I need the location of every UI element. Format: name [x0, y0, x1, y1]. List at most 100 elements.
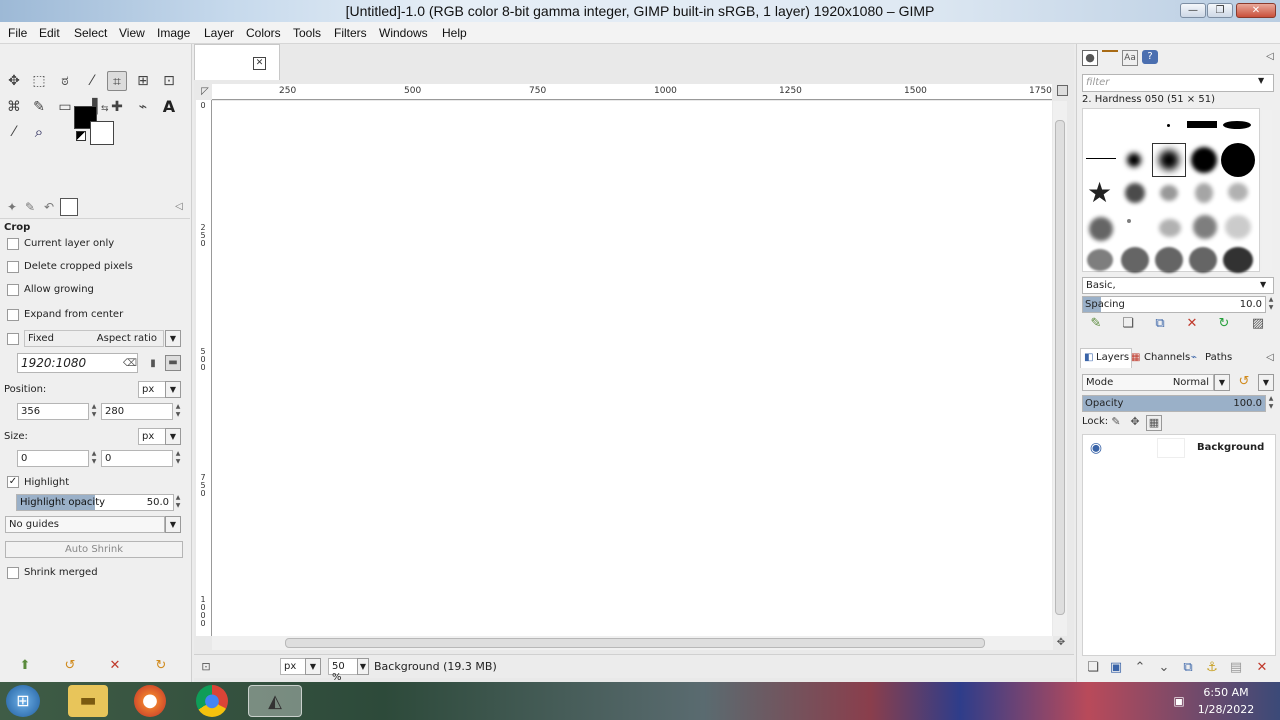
highlight-opacity-slider[interactable]: Highlight opacity 50.0 [16, 494, 174, 511]
landscape-icon[interactable]: ▬ [165, 355, 181, 371]
menu-image[interactable]: Image [157, 26, 190, 40]
image-tab[interactable]: ✕ [194, 44, 280, 80]
menu-edit[interactable]: Edit [39, 26, 60, 40]
highlight-opacity-spinner[interactable]: ▲ ▼ [174, 494, 182, 511]
chevron-down-icon[interactable]: ▼ [1214, 374, 1230, 391]
delete-cropped-checkbox[interactable] [7, 261, 19, 273]
brush-item[interactable] [1223, 121, 1251, 129]
brush-item[interactable] [1167, 124, 1170, 127]
delete-brush-icon[interactable]: ✕ [1184, 317, 1200, 331]
zoom-fit-icon[interactable] [1057, 85, 1068, 96]
file-explorer-icon[interactable]: ▬ [68, 685, 108, 717]
position-y-spinner[interactable]: ▲ ▼ [174, 403, 182, 420]
close-button[interactable]: ✕ [1236, 3, 1276, 18]
brush-scrollbar[interactable] [1262, 110, 1272, 270]
size-w-spinner[interactable]: ▲ ▼ [90, 450, 98, 467]
chevron-down-icon[interactable]: ▼ [1258, 76, 1264, 85]
brush-filter-input[interactable]: filter [1082, 74, 1274, 92]
anchor-layer-icon[interactable]: ⚓ [1204, 661, 1220, 675]
position-x-spinner[interactable]: ▲ ▼ [90, 403, 98, 420]
delete-layer-icon[interactable]: ✕ [1254, 661, 1270, 675]
fixed-checkbox[interactable] [7, 333, 19, 345]
zoom-tool-icon[interactable]: ⌕ [29, 122, 49, 142]
navigate-icon[interactable]: ✥ [1053, 636, 1069, 650]
close-image-icon[interactable]: ✕ [253, 57, 266, 70]
paint-select-tool-icon[interactable]: ⌘ [4, 97, 24, 117]
unit-select[interactable]: px [280, 658, 306, 675]
chevron-down-icon[interactable]: ▼ [165, 330, 181, 347]
raise-layer-icon[interactable]: ⌃ [1132, 661, 1148, 675]
brush-item[interactable] [1191, 147, 1217, 173]
chevron-down-icon[interactable]: ▼ [165, 381, 181, 398]
duplicate-layer-icon[interactable]: ⧉ [1180, 661, 1196, 675]
lower-layer-icon[interactable]: ⌄ [1156, 661, 1172, 675]
brush-item[interactable] [1225, 215, 1251, 239]
device-status-tab-icon[interactable]: ✎ [21, 198, 39, 216]
menu-filters[interactable]: Filters [334, 26, 367, 40]
brush-item[interactable] [1121, 247, 1149, 273]
clock-date[interactable]: 1/28/2022 [1186, 703, 1266, 716]
panel-menu-icon[interactable]: ◁ [170, 198, 188, 216]
eraser-tool-icon[interactable]: ▭ [55, 97, 75, 117]
auto-shrink-button[interactable]: Auto Shrink [5, 541, 183, 558]
brush-item[interactable] [1127, 153, 1141, 167]
current-layer-only-checkbox[interactable] [7, 238, 19, 250]
help-tab-icon[interactable]: ? [1142, 50, 1158, 64]
chevron-down-icon[interactable]: ▼ [165, 428, 181, 445]
fuzzy-select-tool-icon[interactable]: ⁄ [82, 71, 102, 91]
menu-help[interactable]: Help [442, 26, 467, 40]
brush-item[interactable] [1160, 185, 1178, 201]
patterns-tab-icon[interactable] [1102, 50, 1118, 52]
new-layer-icon[interactable]: ❏ [1085, 661, 1101, 675]
brush-item[interactable] [1228, 183, 1248, 201]
fixed-mode-select[interactable]: Aspect ratio [24, 330, 164, 347]
menu-colors[interactable]: Colors [246, 26, 281, 40]
rect-select-tool-icon[interactable]: ⬚ [29, 71, 49, 91]
highlight-checkbox[interactable]: ✓ [7, 476, 19, 488]
brush-tag-input[interactable]: Basic, [1082, 277, 1274, 294]
warp-transform-tool-icon[interactable]: ⊡ [159, 71, 179, 91]
brush-grid[interactable]: ★ [1082, 108, 1260, 273]
images-tab-icon[interactable] [60, 198, 78, 216]
brush-item[interactable] [1087, 249, 1113, 271]
panel-menu-icon[interactable]: ◁ [1262, 50, 1278, 64]
paintbrush-tool-icon[interactable]: ✎ [29, 97, 49, 117]
color-picker-tool-icon[interactable]: ⁄ [4, 122, 24, 142]
save-options-icon[interactable]: ⬆ [17, 659, 33, 673]
shrink-merged-checkbox[interactable] [7, 567, 19, 579]
lock-position-icon[interactable]: ✥ [1127, 415, 1143, 429]
position-unit-select[interactable]: px [138, 381, 166, 398]
lock-alpha-icon[interactable]: ▦ [1146, 415, 1162, 431]
tool-options-tab-icon[interactable]: ✦ [3, 198, 21, 216]
layer-row[interactable]: ◉ Background [1083, 435, 1275, 461]
maximize-button[interactable]: ❐ [1207, 3, 1233, 18]
tab-layers[interactable]: ◧ Layers [1080, 348, 1132, 368]
crop-tool-icon[interactable]: ⌗ [107, 71, 127, 91]
firefox-icon[interactable]: ● [134, 685, 166, 717]
image-canvas[interactable] [212, 101, 1052, 636]
spacing-spinner[interactable]: ▲ ▼ [1267, 296, 1275, 313]
menu-view[interactable]: View [119, 26, 145, 40]
opacity-spinner[interactable]: ▲ ▼ [1267, 395, 1275, 412]
brush-item[interactable] [1155, 247, 1183, 273]
lasso-tool-icon[interactable]: ಠ [55, 71, 75, 91]
size-h-spinner[interactable]: ▲ ▼ [174, 450, 182, 467]
brush-item[interactable] [1193, 215, 1217, 239]
position-x-input[interactable]: 356 [17, 403, 89, 420]
composite-mode-icon[interactable]: ↺ [1236, 375, 1252, 389]
move-tool-icon[interactable]: ✥ [4, 71, 24, 91]
layer-mode-select[interactable]: Mode Normal [1082, 374, 1214, 391]
guides-select[interactable]: No guides [5, 516, 165, 533]
size-unit-select[interactable]: px [138, 428, 166, 445]
brush-item[interactable] [1195, 183, 1213, 203]
gimp-taskbar-icon[interactable]: ◭ [248, 685, 302, 717]
new-brush-icon[interactable]: ❏ [1120, 317, 1136, 331]
size-w-input[interactable]: 0 [17, 450, 89, 467]
new-layer-group-icon[interactable]: ▣ [1108, 661, 1124, 675]
chevron-down-icon[interactable]: ▼ [357, 658, 369, 675]
chevron-down-icon[interactable]: ▼ [1260, 280, 1266, 289]
chevron-down-icon[interactable]: ▼ [1258, 374, 1274, 391]
refresh-brushes-icon[interactable]: ↻ [1216, 317, 1232, 331]
brush-item[interactable] [1187, 121, 1217, 128]
menu-file[interactable]: File [8, 26, 27, 40]
